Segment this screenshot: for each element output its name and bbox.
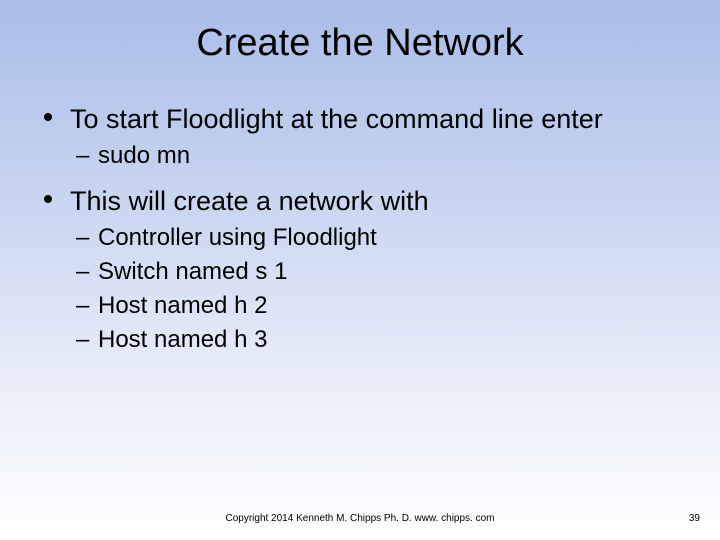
- dash-icon: –: [76, 325, 89, 355]
- bullet-icon: [44, 195, 52, 203]
- dash-icon: –: [76, 141, 89, 171]
- page-number: 39: [689, 513, 700, 524]
- bullet-text: Host named h 3: [98, 326, 267, 353]
- bullet-text: This will create a network with: [70, 186, 429, 216]
- bullet-level1: This will create a network with: [40, 185, 680, 219]
- bullet-level2: – sudo mn: [40, 141, 680, 171]
- bullet-level2: – Host named h 2: [40, 291, 680, 321]
- bullet-level1: To start Floodlight at the command line …: [40, 103, 680, 137]
- bullet-icon: [44, 113, 52, 121]
- dash-icon: –: [76, 257, 89, 287]
- bullet-text: sudo mn: [98, 142, 190, 169]
- bullet-level2: – Controller using Floodlight: [40, 223, 680, 253]
- dash-icon: –: [76, 291, 89, 321]
- dash-icon: –: [76, 223, 89, 253]
- bullet-text: Host named h 2: [98, 292, 267, 319]
- bullet-text: Switch named s 1: [98, 258, 287, 285]
- bullet-level2: – Host named h 3: [40, 325, 680, 355]
- bullet-text: Controller using Floodlight: [98, 224, 377, 251]
- footer-copyright: Copyright 2014 Kenneth M. Chipps Ph. D. …: [0, 513, 720, 524]
- slide-body: To start Floodlight at the command line …: [0, 65, 720, 355]
- bullet-text: To start Floodlight at the command line …: [70, 104, 603, 134]
- slide: Create the Network To start Floodlight a…: [0, 0, 720, 540]
- bullet-level2: – Switch named s 1: [40, 257, 680, 287]
- slide-title: Create the Network: [0, 0, 720, 65]
